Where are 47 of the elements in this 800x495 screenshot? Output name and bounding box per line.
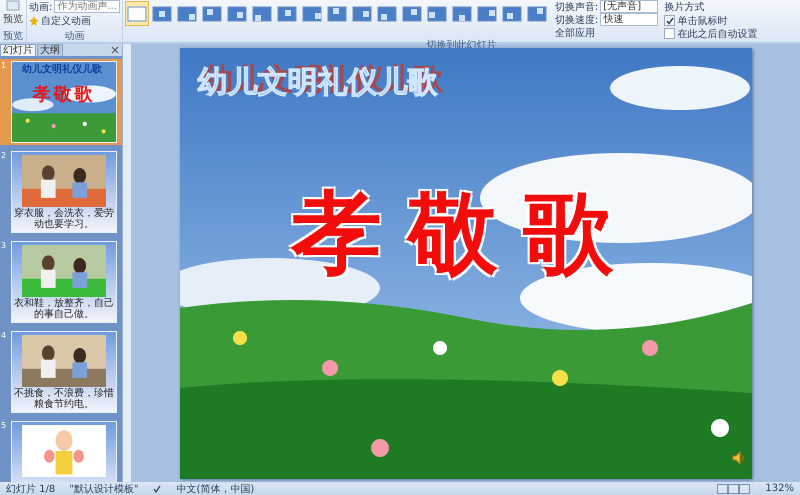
thumbnail-caption: 穿衣服，会洗衣，爱劳动也要学习。 <box>14 208 114 230</box>
slide-thumbnail-row[interactable]: 3 衣和鞋，放整齐，自己的事自己做。 <box>0 239 122 325</box>
slide-thumbnail-row[interactable]: 4 不挑食，不浪费，珍惜粮食节约电。 <box>0 329 122 415</box>
star-icon <box>29 16 39 26</box>
group-label: 预览 <box>3 31 23 42</box>
slide-thumbnail[interactable] <box>11 421 117 482</box>
checkbox-label: 单击鼠标时 <box>677 14 728 28</box>
sound-select[interactable]: [无声音] <box>600 0 658 13</box>
thumbnail-caption: 衣和鞋，放整齐，自己的事自己做。 <box>14 298 114 320</box>
thumbnail-heading: 幼儿文明礼仪儿歌 <box>22 62 102 76</box>
checkbox[interactable] <box>664 28 676 39</box>
language: 中文(简体，中国) <box>176 482 254 495</box>
animation-label: 动画: <box>29 0 52 14</box>
slide-number: 3 <box>1 241 8 252</box>
speed-label: 切换速度: <box>554 14 598 26</box>
group-label: 动画 <box>64 31 84 42</box>
slide-number: 1 <box>1 61 8 72</box>
speed-select[interactable]: 快速 <box>600 13 658 26</box>
slide-heading: 幼儿文明礼仪儿歌 <box>198 64 438 102</box>
transition-thumbnail[interactable] <box>124 1 149 26</box>
scrollbar[interactable] <box>122 44 131 482</box>
sound-label: 切换声音: <box>554 0 598 14</box>
slide-count: 幻灯片 1/8 <box>6 482 56 495</box>
theme-name: "默认设计模板" <box>69 482 138 495</box>
slide-number: 4 <box>1 331 8 342</box>
panel-tab[interactable]: 幻灯片 <box>0 44 36 56</box>
slide-number: 2 <box>1 151 8 162</box>
slide-thumbnail[interactable]: 衣和鞋，放整齐，自己的事自己做。 <box>11 241 117 323</box>
slide-thumbnail-row[interactable]: 2 穿衣服，会洗衣，爱劳动也要学习。 <box>0 149 122 235</box>
close-icon[interactable] <box>111 46 119 54</box>
speaker-icon[interactable] <box>732 450 746 464</box>
view-buttons-icon[interactable] <box>717 484 752 494</box>
slide-thumbnail[interactable]: 不挑食，不浪费，珍惜粮食节约电。 <box>11 331 117 413</box>
preview-button[interactable]: 预览 <box>2 0 24 26</box>
slide-thumbnail[interactable]: 穿衣服，会洗衣，爱劳动也要学习。 <box>11 151 117 233</box>
panel-tab[interactable]: 大纲 <box>37 44 63 56</box>
checkbox[interactable] <box>664 15 676 26</box>
slide-icon <box>6 0 20 12</box>
slide-number: 5 <box>1 421 8 432</box>
advance-title: 换片方式 <box>664 0 706 14</box>
checkbox-label: 在此之后自动设置 <box>677 28 758 40</box>
custom-animation-button[interactable]: 自定义动画 <box>29 14 91 28</box>
zoom-level[interactable]: 132% <box>765 483 794 494</box>
apply-all-button[interactable]: 全部应用 <box>554 26 658 40</box>
spellcheck-icon[interactable] <box>152 484 162 494</box>
thumbnail-caption: 不挑食，不浪费，珍惜粮食节约电。 <box>14 388 114 410</box>
animation-select[interactable]: 作为动画声... <box>54 0 120 13</box>
